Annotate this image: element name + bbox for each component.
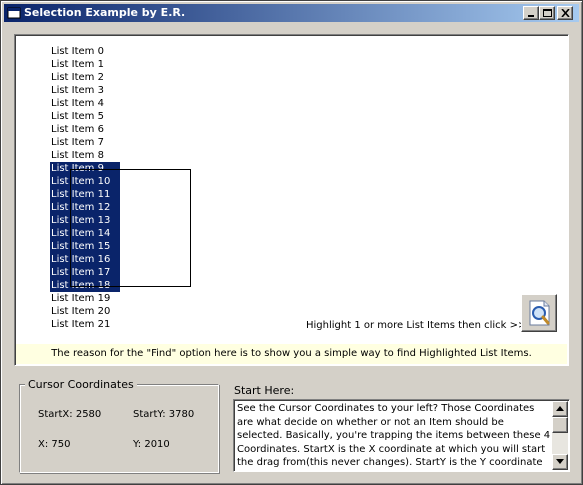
close-icon: [561, 9, 570, 17]
list-item[interactable]: List Item 6: [50, 123, 120, 136]
arrow-down-icon: [556, 459, 564, 464]
info-strip: The reason for the "Find" option here is…: [16, 344, 567, 364]
start-here-label: Start Here:: [234, 384, 295, 397]
list-item[interactable]: List Item 8: [50, 149, 120, 162]
list-item[interactable]: List Item 5: [50, 110, 120, 123]
list-item[interactable]: List Item 20: [50, 305, 120, 318]
scroll-down-button[interactable]: [552, 454, 568, 470]
y-value: Y: 2010: [133, 439, 170, 450]
app-icon: [7, 7, 21, 19]
list-item[interactable]: List Item 1: [50, 58, 120, 71]
arrow-up-icon: [556, 406, 564, 411]
start-here-textbox[interactable]: See the Cursor Coordinates to your left?…: [233, 399, 570, 472]
list-item[interactable]: List Item 0: [50, 45, 120, 58]
maximize-button[interactable]: [539, 6, 555, 20]
close-button[interactable]: [557, 6, 573, 20]
x-value: X: 750: [38, 439, 71, 450]
find-button[interactable]: [521, 294, 557, 332]
list-item[interactable]: List Item 3: [50, 84, 120, 97]
starty-value: StartY: 3780: [133, 409, 195, 420]
cursor-coordinates-group: [19, 384, 219, 473]
maximize-icon: [543, 9, 552, 17]
selection-drag-rectangle: [70, 169, 191, 287]
cursor-coordinates-title: Cursor Coordinates: [25, 378, 137, 391]
title-bar[interactable]: Selection Example by E.R.: [4, 4, 579, 22]
minimize-button[interactable]: [523, 6, 539, 20]
app-window: Selection Example by E.R. List Item 0 Lis…: [0, 0, 583, 485]
list-item[interactable]: List Item 4: [50, 97, 120, 110]
minimize-icon: [528, 15, 534, 17]
find-magnifier-icon: [529, 300, 550, 326]
find-hint: Highlight 1 or more List Items then clic…: [306, 320, 527, 331]
textbox-scrollbar[interactable]: [552, 401, 568, 470]
startx-value: StartX: 2580: [38, 409, 102, 420]
list-item[interactable]: List Item 19: [50, 292, 120, 305]
list-item[interactable]: List Item 2: [50, 71, 120, 84]
list-item[interactable]: List Item 21: [50, 318, 120, 331]
selection-area[interactable]: List Item 0 List Item 1 List Item 2 List It…: [14, 34, 569, 366]
scroll-up-button[interactable]: [552, 401, 568, 417]
start-here-text: See the Cursor Coordinates to your left?…: [237, 403, 551, 468]
list-item[interactable]: List Item 7: [50, 136, 120, 149]
window-title: Selection Example by E.R.: [24, 6, 186, 19]
scroll-thumb[interactable]: [552, 417, 568, 433]
